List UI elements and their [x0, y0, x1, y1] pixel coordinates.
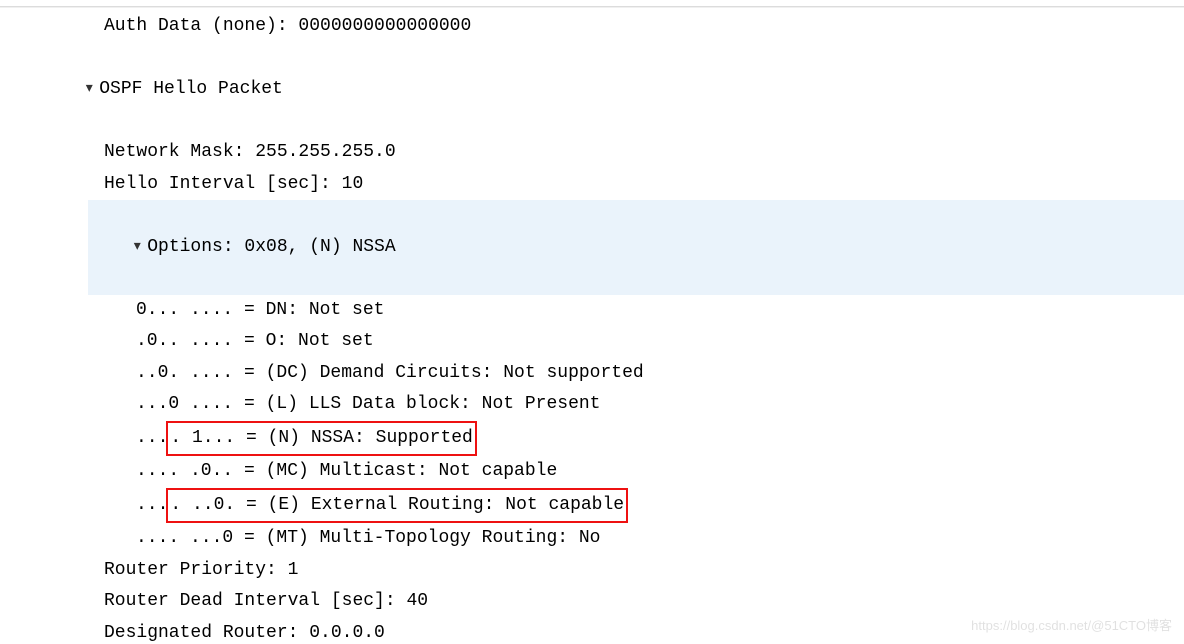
field-hello-interval[interactable]: Hello Interval [sec]: 10 — [104, 169, 1184, 201]
option-e-prefix: ... — [136, 495, 168, 515]
field-option-mt[interactable]: .... ...0 = (MT) Multi-Topology Routing:… — [136, 523, 1184, 555]
field-designated-router[interactable]: Designated Router: 0.0.0.0 — [104, 618, 1184, 644]
highlight-external-not-capable: . ..0. = (E) External Routing: Not capab… — [166, 488, 628, 524]
option-nssa-text: . 1... = (N) NSSA: Supported — [170, 428, 472, 448]
tree-label-options: Options: 0x08, (N) NSSA — [147, 237, 395, 257]
field-auth-data[interactable]: Auth Data (none): 0000000000000000 — [104, 11, 1184, 43]
field-option-o[interactable]: .0.. .... = O: Not set — [136, 326, 1184, 358]
field-option-external[interactable]: .... ..0. = (E) External Routing: Not ca… — [136, 488, 1184, 524]
option-nssa-prefix: ... — [136, 428, 168, 448]
tree-options[interactable]: ▾Options: 0x08, (N) NSSA — [88, 200, 1184, 295]
highlight-nssa-supported: . 1... = (N) NSSA: Supported — [166, 421, 476, 457]
field-option-dn[interactable]: 0... .... = DN: Not set — [136, 295, 1184, 327]
option-e-text: . ..0. = (E) External Routing: Not capab… — [170, 495, 624, 515]
packet-details-pane: Auth Data (none): 0000000000000000 ▾OSPF… — [0, 7, 1184, 644]
field-network-mask[interactable]: Network Mask: 255.255.255.0 — [104, 137, 1184, 169]
toolbar-divider — [0, 0, 1184, 7]
field-router-dead-interval[interactable]: Router Dead Interval [sec]: 40 — [104, 586, 1184, 618]
field-option-mc[interactable]: .... .0.. = (MC) Multicast: Not capable — [136, 456, 1184, 488]
field-router-priority[interactable]: Router Priority: 1 — [104, 555, 1184, 587]
field-option-dc[interactable]: ..0. .... = (DC) Demand Circuits: Not su… — [136, 358, 1184, 390]
tree-ospf-hello-packet[interactable]: ▾OSPF Hello Packet — [40, 43, 1184, 138]
chevron-down-icon[interactable]: ▾ — [131, 235, 143, 260]
tree-label-hello: OSPF Hello Packet — [99, 79, 283, 99]
field-option-lls[interactable]: ...0 .... = (L) LLS Data block: Not Pres… — [136, 389, 1184, 421]
chevron-down-icon[interactable]: ▾ — [83, 77, 95, 102]
field-option-nssa[interactable]: .... 1... = (N) NSSA: Supported — [136, 421, 1184, 457]
